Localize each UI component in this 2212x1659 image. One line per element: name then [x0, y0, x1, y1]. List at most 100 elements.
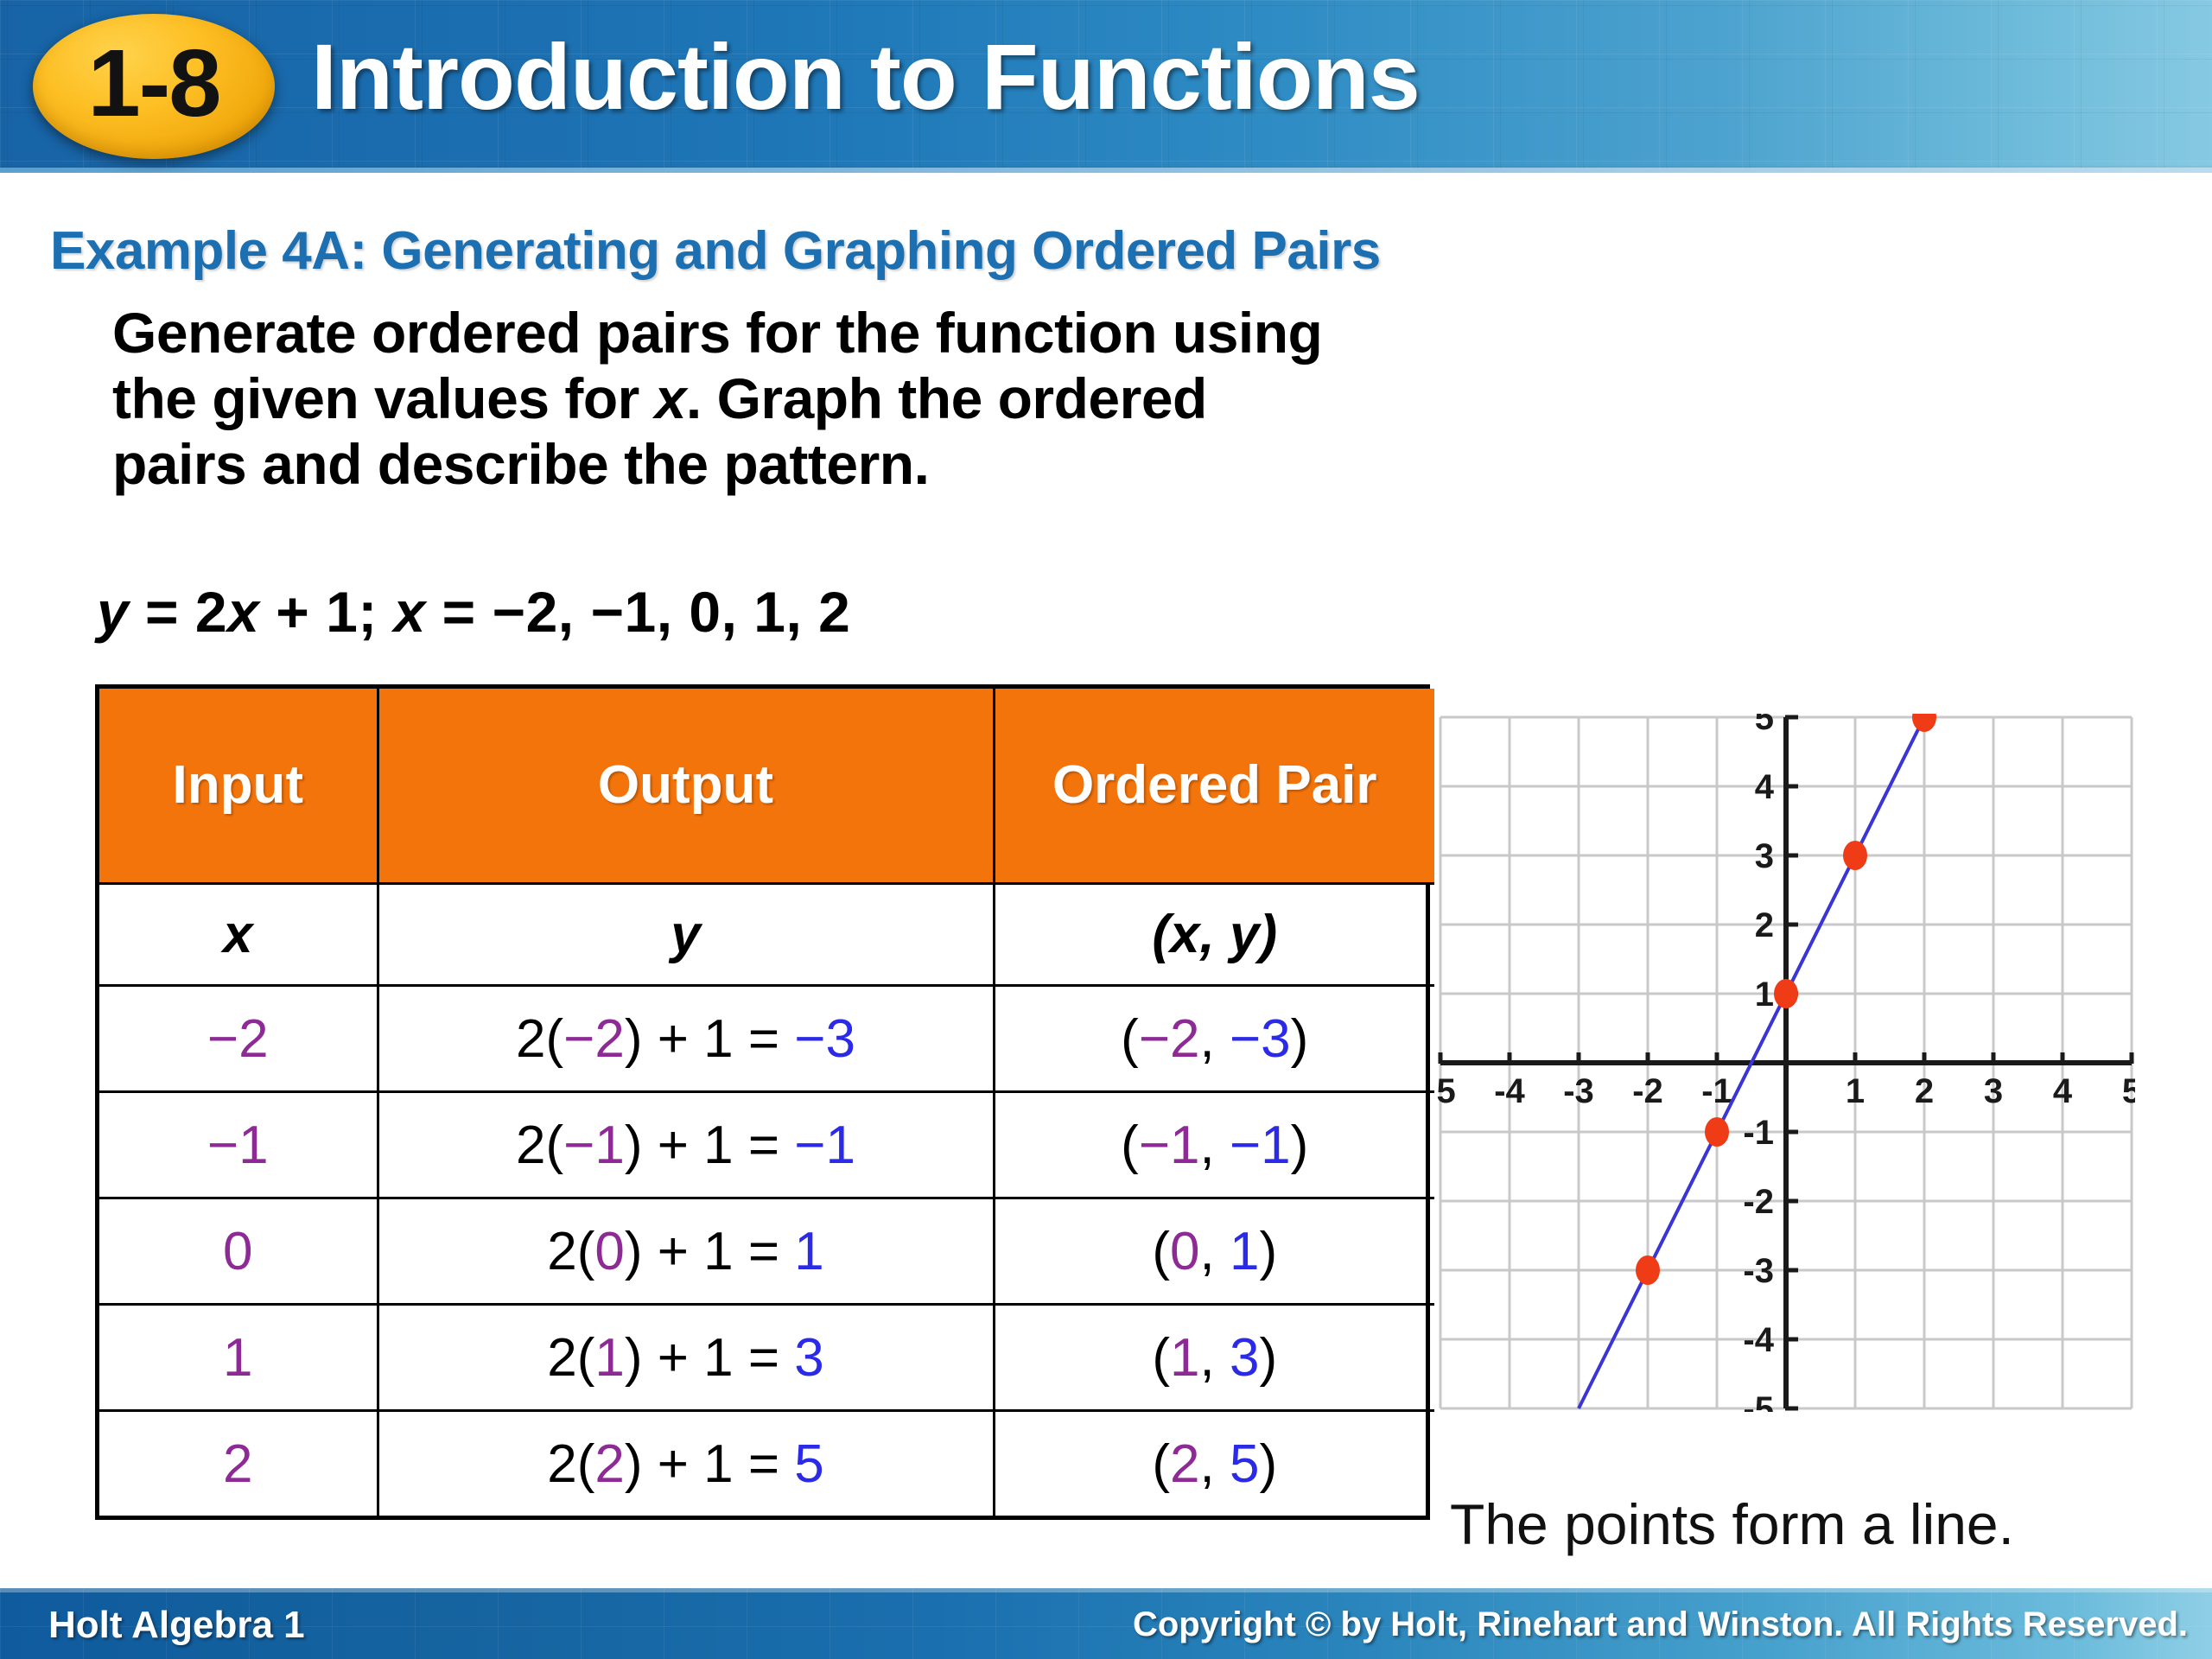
- output-result: 1: [794, 1221, 824, 1281]
- data-point: [1705, 1117, 1729, 1147]
- pair-open-paren: (: [1152, 1433, 1171, 1494]
- table-row: 2 2(2) + 1 = 5 (2, 5): [99, 1409, 1434, 1516]
- equation-tail: + 1;: [259, 580, 394, 644]
- y-axis-tick-label: -4: [1743, 1321, 1774, 1359]
- output-result: −1: [794, 1115, 855, 1175]
- output-substituted-x: 2: [594, 1433, 625, 1494]
- x-axis-tick-label: -5: [1437, 1072, 1456, 1110]
- output-operation: ) + 1 =: [624, 1433, 795, 1494]
- ordered-pairs-table: Input Output Ordered Pair x y (x, y) −2 …: [99, 689, 1434, 1516]
- copyright-notice: Copyright © by Holt, Rinehart and Winsto…: [1132, 1605, 2188, 1643]
- equation-x-variable-2: x: [393, 580, 426, 644]
- y-axis-tick-label: -3: [1743, 1252, 1774, 1290]
- cell-input: 1: [99, 1303, 379, 1412]
- cell-ordered-pair: (1, 3): [992, 1303, 1434, 1412]
- y-axis-tick-label: -2: [1743, 1183, 1774, 1221]
- cell-ordered-pair: (2, 5): [992, 1409, 1434, 1516]
- ordered-pairs-table-container: Input Output Ordered Pair x y (x, y) −2 …: [95, 684, 1434, 1520]
- table-header-row: Input Output Ordered Pair: [99, 689, 1434, 885]
- x-axis-tick-label: 4: [2053, 1072, 2073, 1110]
- output-prefix: 2(: [516, 1008, 564, 1069]
- pair-close-paren: ): [1259, 1327, 1278, 1388]
- pair-separator: ,: [1199, 1221, 1230, 1281]
- pair-x: −1: [1138, 1115, 1200, 1175]
- pair-close-paren: ): [1290, 1008, 1309, 1069]
- function-equation: y = 2x + 1; x = −2, −1, 0, 1, 2: [97, 579, 850, 645]
- y-axis-tick-label: 5: [1755, 714, 1774, 737]
- data-point: [1912, 714, 1936, 732]
- output-substituted-x: −1: [563, 1115, 625, 1175]
- column-header-input: Input: [99, 689, 379, 885]
- cell-output: 2(−2) + 1 = −3: [376, 984, 995, 1093]
- column-header-output: Output: [376, 689, 995, 885]
- table-row: −2 2(−2) + 1 = −3 (−2, −3): [99, 984, 1434, 1093]
- pair-x: 2: [1170, 1433, 1200, 1494]
- pair-close-paren: ): [1259, 1221, 1278, 1281]
- y-axis-tick-label: 3: [1755, 837, 1774, 875]
- book-title: Holt Algebra 1: [48, 1604, 305, 1646]
- cell-input: −2: [99, 984, 379, 1093]
- output-operation: ) + 1 =: [624, 1115, 795, 1175]
- problem-prompt: Generate ordered pairs for the function …: [112, 301, 2100, 498]
- pair-open-paren: (: [1121, 1008, 1139, 1069]
- equation-x-values: = −2, −1, 0, 1, 2: [425, 580, 851, 644]
- data-point: [1774, 979, 1798, 1008]
- pair-x: 0: [1170, 1221, 1200, 1281]
- variable-cell-xy: (x, y): [992, 882, 1434, 987]
- prompt-line-3: pairs and describe the pattern.: [112, 431, 930, 496]
- y-axis-tick-label: -5: [1743, 1390, 1774, 1412]
- prompt-line-1: Generate ordered pairs for the function …: [112, 301, 1323, 365]
- output-substituted-x: 1: [594, 1327, 625, 1388]
- output-result: 3: [794, 1327, 824, 1388]
- pair-separator: ,: [1199, 1433, 1230, 1494]
- cell-output: 2(−1) + 1 = −1: [376, 1090, 995, 1199]
- pair-y: −1: [1229, 1115, 1291, 1175]
- y-axis-tick-label: -1: [1743, 1114, 1774, 1152]
- pair-separator: ,: [1199, 1115, 1230, 1175]
- cell-input: 2: [99, 1409, 379, 1516]
- lesson-number-badge: 1-8: [33, 14, 275, 159]
- slide-footer-banner: Holt Algebra 1 Copyright © by Holt, Rine…: [0, 1588, 2212, 1659]
- output-result: −3: [794, 1008, 855, 1069]
- y-axis-tick-label: 1: [1755, 976, 1774, 1014]
- y-axis-tick-label: 2: [1755, 906, 1774, 944]
- graph-svg: -5 -4 -3 -2 -1 1 2 3 4 5 5 4 3 2 1 -1 -2 -3 -4 -5: [1437, 714, 2135, 1412]
- data-point: [1843, 841, 1867, 870]
- header-divider: [0, 168, 2212, 173]
- coordinate-plane-graph: -5 -4 -3 -2 -1 1 2 3 4 5 5 4 3 2 1 -1 -2 -3 -4 -5: [1437, 714, 2135, 1412]
- cell-output: 2(1) + 1 = 3: [376, 1303, 995, 1412]
- lesson-title: Introduction to Functions: [311, 24, 1421, 129]
- pair-y: 3: [1229, 1327, 1260, 1388]
- output-prefix: 2(: [547, 1221, 595, 1281]
- variable-cell-x: x: [99, 882, 379, 987]
- output-operation: ) + 1 =: [624, 1008, 795, 1069]
- input-value: −2: [207, 1008, 269, 1069]
- input-value: −1: [207, 1115, 269, 1175]
- graph-caption: The points form a line.: [1450, 1492, 2014, 1556]
- output-prefix: 2(: [516, 1115, 564, 1175]
- output-substituted-x: −2: [563, 1008, 625, 1069]
- cell-input: 0: [99, 1197, 379, 1306]
- output-prefix: 2(: [547, 1327, 595, 1388]
- equation-y-variable: y: [97, 580, 130, 644]
- prompt-line-2b: . Graph the ordered: [685, 365, 1207, 430]
- x-axis-tick-label: 2: [1915, 1072, 1934, 1110]
- cell-ordered-pair: (0, 1): [992, 1197, 1434, 1306]
- output-prefix: 2(: [547, 1433, 595, 1494]
- pair-separator: ,: [1199, 1327, 1230, 1388]
- pair-open-paren: (: [1121, 1115, 1139, 1175]
- x-axis-tick-label: 1: [1846, 1072, 1865, 1110]
- output-operation: ) + 1 =: [624, 1327, 795, 1388]
- cell-ordered-pair: (−1, −1): [992, 1090, 1434, 1199]
- pair-close-paren: ): [1290, 1115, 1309, 1175]
- cell-input: −1: [99, 1090, 379, 1199]
- x-axis-tick-label: 5: [2122, 1072, 2135, 1110]
- pair-x: −2: [1138, 1008, 1200, 1069]
- output-substituted-x: 0: [594, 1221, 625, 1281]
- input-value: 0: [223, 1221, 253, 1281]
- x-axis-tick-label: -1: [1701, 1072, 1732, 1110]
- table-row: 0 2(0) + 1 = 1 (0, 1): [99, 1197, 1434, 1306]
- cell-output: 2(2) + 1 = 5: [376, 1409, 995, 1516]
- variable-cell-y: y: [376, 882, 995, 987]
- pair-separator: ,: [1199, 1008, 1230, 1069]
